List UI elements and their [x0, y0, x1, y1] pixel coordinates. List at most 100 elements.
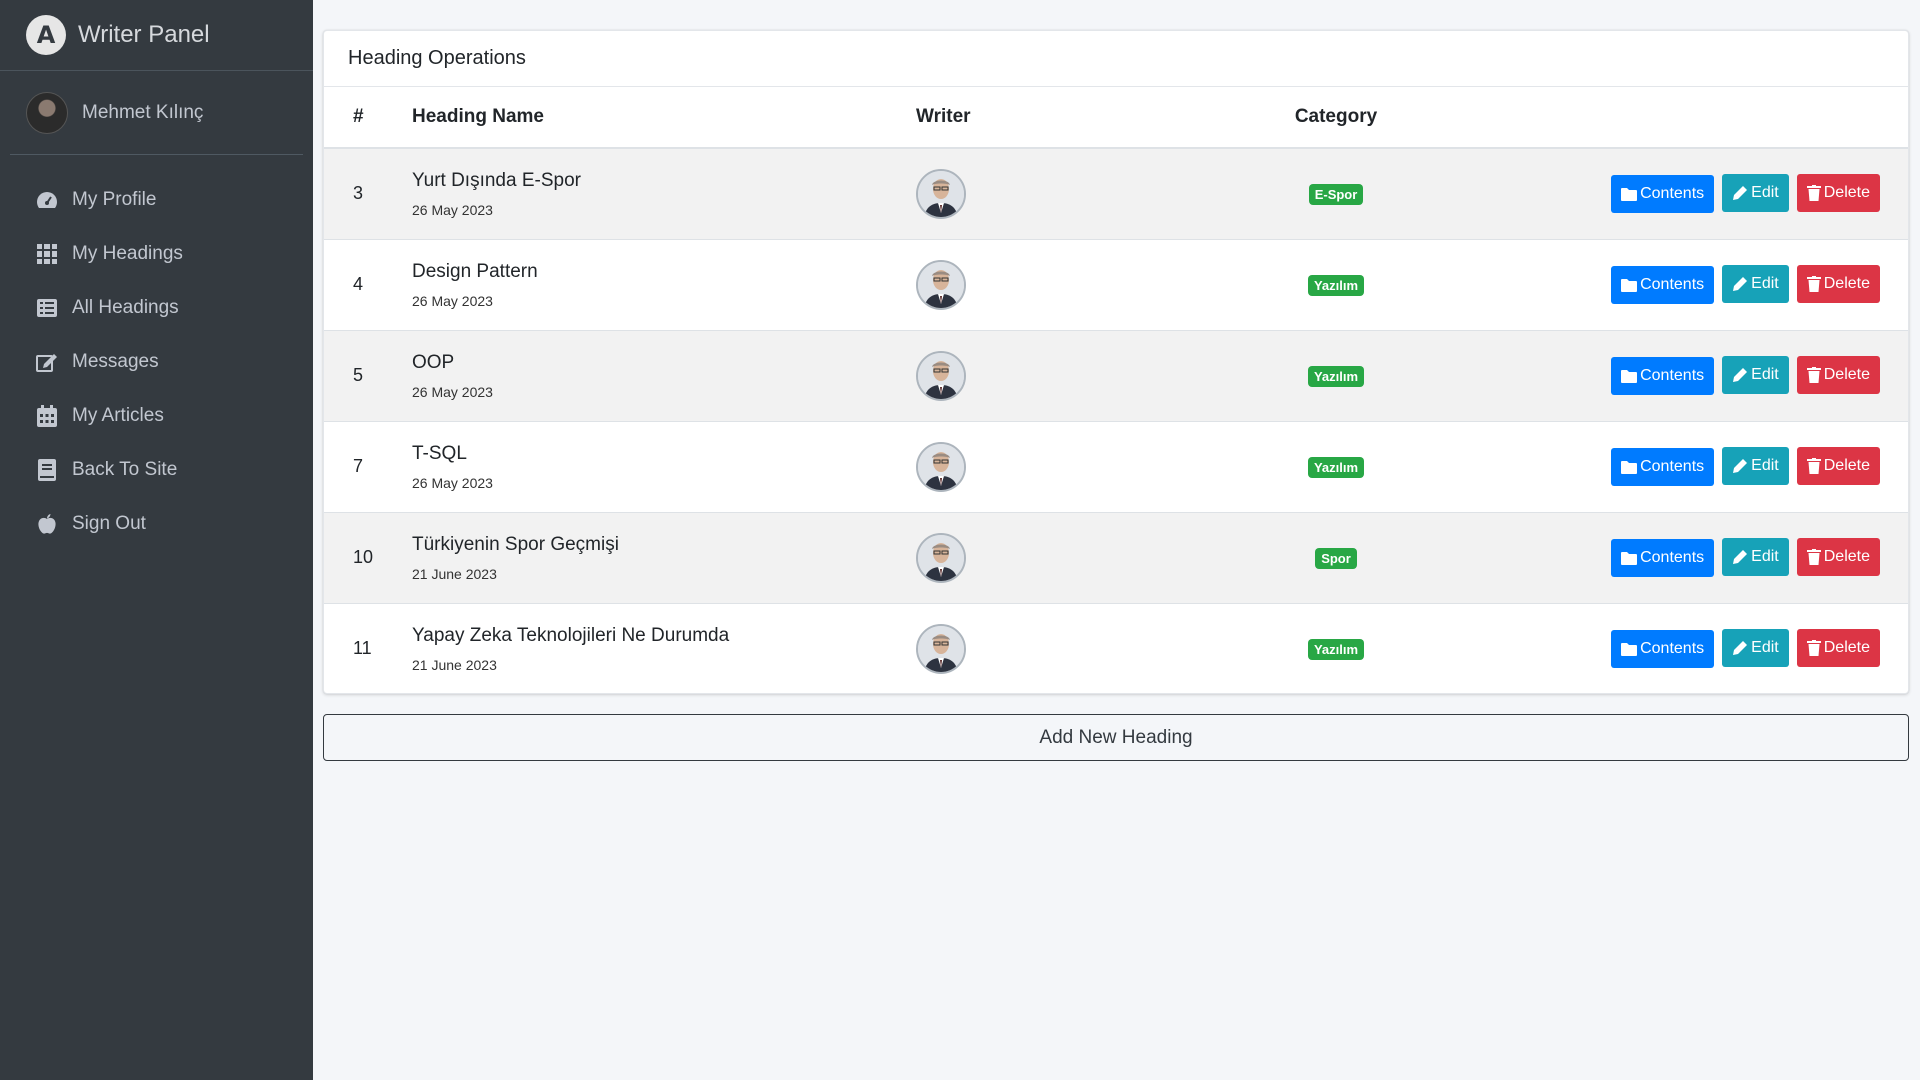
- heading-cell: Yapay Zeka Teknolojileri Ne Durumda 21 J…: [412, 603, 916, 694]
- edit-button-label: Edit: [1751, 548, 1779, 565]
- category-badge: Yazılım: [1307, 456, 1365, 478]
- edit-button-label: Edit: [1751, 184, 1779, 202]
- writer-avatar: [916, 532, 966, 583]
- writer-avatar: [916, 350, 966, 401]
- category-cell: Spor: [1216, 512, 1456, 603]
- contents-button[interactable]: Contents: [1611, 266, 1715, 304]
- calendar-icon: [34, 404, 60, 428]
- user-panel[interactable]: Mehmet Kılınç: [10, 71, 303, 155]
- contents-button-label: Contents: [1640, 549, 1705, 566]
- tachometer-icon: [34, 188, 60, 212]
- writer-cell: [916, 148, 1216, 239]
- actions-cell: Contents Edit Delete: [1456, 330, 1908, 421]
- heading-cell: Design Pattern 26 May 2023: [412, 239, 916, 330]
- category-badge: Yazılım: [1307, 638, 1365, 660]
- edit-button[interactable]: Edit: [1722, 629, 1789, 668]
- row-id: 11: [353, 638, 372, 659]
- col-header-actions: [1456, 87, 1908, 149]
- col-header-id: #: [324, 87, 412, 149]
- delete-button-label: Delete: [1823, 366, 1870, 383]
- brand-link[interactable]: A Writer Panel: [0, 0, 313, 71]
- trash-icon: [1806, 458, 1821, 474]
- writer-cell: [916, 330, 1216, 421]
- row-id: 3: [353, 183, 364, 204]
- heading-date: 21 June 2023: [412, 565, 497, 582]
- writer-avatar: [916, 168, 966, 219]
- delete-button-label: Delete: [1823, 548, 1870, 565]
- contents-button[interactable]: Contents: [1611, 448, 1715, 486]
- heading-name: Yapay Zeka Teknolojileri Ne Durumda: [412, 624, 730, 646]
- col-header-category: Category: [1216, 87, 1456, 149]
- trash-icon: [1806, 276, 1821, 292]
- brand-logo-letter: A: [36, 21, 56, 49]
- col-header-name: Heading Name: [412, 87, 916, 149]
- grid-icon: [34, 242, 60, 266]
- contents-button[interactable]: Contents: [1611, 357, 1715, 395]
- pencil-icon: [1733, 459, 1748, 473]
- sidebar-item-label: My Profile: [72, 189, 157, 210]
- category-badge: Yazılım: [1307, 365, 1365, 387]
- delete-button[interactable]: Delete: [1796, 538, 1880, 576]
- edit-button[interactable]: Edit: [1722, 356, 1789, 394]
- delete-button-label: Delete: [1823, 457, 1870, 474]
- writer-avatar: [916, 259, 966, 310]
- heading-name: T-SQL: [412, 442, 467, 464]
- apple-icon: [34, 512, 60, 536]
- writer-cell: [916, 603, 1216, 694]
- table-row: 11 Yapay Zeka Teknolojileri Ne Durumda 2…: [324, 603, 1908, 694]
- table-row: 5 OOP 26 May 2023 Yazılım Contents Edit: [324, 330, 1908, 421]
- sidebar-nav: My Profile My Headings All Headings Mess…: [0, 155, 313, 551]
- folder-icon: [1621, 643, 1638, 657]
- delete-button[interactable]: Delete: [1796, 447, 1880, 485]
- actions-cell: Contents Edit Delete: [1456, 239, 1908, 330]
- col-header-writer: Writer: [916, 87, 1216, 149]
- writer-avatar: [916, 441, 966, 492]
- actions-cell: Contents Edit Delete: [1456, 512, 1908, 603]
- sidebar-item-label: Sign Out: [72, 513, 146, 534]
- row-id: 4: [353, 274, 364, 294]
- table-row: 7 T-SQL 26 May 2023 Yazılım Contents Edi…: [324, 421, 1908, 512]
- sidebar-item-back-to-site[interactable]: Back To Site: [0, 443, 313, 497]
- contents-button[interactable]: Contents: [1611, 630, 1715, 669]
- writer-cell: [916, 239, 1216, 330]
- delete-button[interactable]: Delete: [1796, 356, 1880, 394]
- trash-icon: [1806, 367, 1821, 383]
- sidebar-item-my-profile[interactable]: My Profile: [0, 173, 313, 227]
- table-body: 3 Yurt Dışında E-Spor 26 May 2023 E-Spor…: [324, 148, 1908, 694]
- pencil-icon: [1733, 550, 1748, 564]
- user-name[interactable]: Mehmet Kılınç: [82, 102, 203, 124]
- category-cell: Yazılım: [1216, 330, 1456, 421]
- add-new-heading-button[interactable]: Add New Heading: [323, 714, 1909, 761]
- actions-cell: Contents Edit Delete: [1456, 421, 1908, 512]
- trash-icon: [1806, 549, 1821, 565]
- heading-name: Türkiyenin Spor Geçmişi: [412, 533, 619, 555]
- edit-button[interactable]: Edit: [1722, 538, 1789, 576]
- category-cell: Yazılım: [1216, 603, 1456, 694]
- edit-button[interactable]: Edit: [1722, 174, 1789, 213]
- table-row: 3 Yurt Dışında E-Spor 26 May 2023 E-Spor…: [324, 148, 1908, 239]
- folder-icon: [1621, 188, 1638, 202]
- delete-button[interactable]: Delete: [1796, 629, 1880, 668]
- sidebar-item-label: Back To Site: [72, 459, 178, 480]
- sidebar-item-messages[interactable]: Messages: [0, 335, 313, 389]
- sidebar-item-label: My Articles: [72, 405, 164, 426]
- delete-button[interactable]: Delete: [1796, 265, 1880, 303]
- delete-button-label: Delete: [1823, 184, 1870, 202]
- sidebar-item-sign-out[interactable]: Sign Out: [0, 497, 313, 551]
- edit-button[interactable]: Edit: [1722, 447, 1789, 485]
- contents-button[interactable]: Contents: [1611, 539, 1715, 577]
- pencil-icon: [1733, 641, 1748, 656]
- sidebar-item-my-headings[interactable]: My Headings: [0, 227, 313, 281]
- folder-icon: [1621, 370, 1638, 383]
- sidebar-item-my-articles[interactable]: My Articles: [0, 389, 313, 443]
- sidebar-item-all-headings[interactable]: All Headings: [0, 281, 313, 335]
- category-cell: Yazılım: [1216, 239, 1456, 330]
- contents-button[interactable]: Contents: [1611, 175, 1715, 214]
- delete-button[interactable]: Delete: [1796, 174, 1880, 213]
- edit-button-label: Edit: [1751, 639, 1779, 657]
- brand-logo: A: [26, 15, 66, 55]
- category-badge: Spor: [1315, 547, 1357, 569]
- edit-button[interactable]: Edit: [1722, 265, 1789, 303]
- sidebar: A Writer Panel Mehmet Kılınç My Profile …: [0, 0, 313, 1080]
- actions-cell: Contents Edit Delete: [1456, 603, 1908, 694]
